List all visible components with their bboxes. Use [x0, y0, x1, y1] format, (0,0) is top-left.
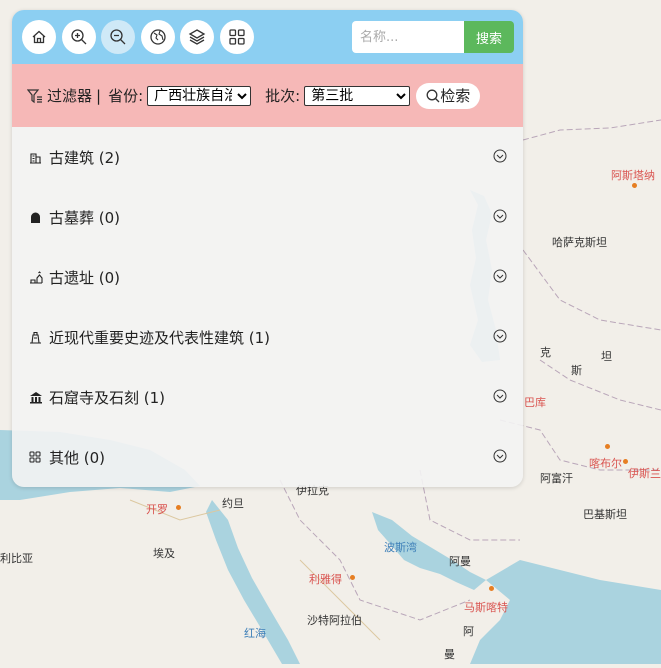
zoom-in-button[interactable]	[62, 20, 96, 54]
batch-label: 批次:	[265, 87, 301, 105]
map-label-egypt: 埃及	[153, 547, 175, 560]
ancient-tomb-icon	[29, 210, 43, 224]
city-marker-kabul	[605, 444, 610, 449]
home-icon	[32, 30, 46, 44]
province-label: 省份:	[108, 87, 144, 105]
chevron-down-icon	[493, 209, 507, 223]
map-label-ke: 克	[540, 346, 551, 359]
grotto-temple-icon	[29, 390, 43, 404]
home-button[interactable]	[22, 20, 56, 54]
chevron-down-icon	[493, 389, 507, 403]
chevron-down-icon	[493, 329, 507, 343]
map-label-jordan: 约旦	[222, 497, 244, 510]
map-label-cairo: 开罗	[146, 503, 168, 516]
grid-button[interactable]	[220, 20, 254, 54]
map-label-afghanistan: 阿富汗	[540, 472, 573, 485]
zoom-out-icon	[110, 29, 126, 45]
map-label-persian-gulf: 波斯湾	[384, 541, 417, 554]
map-label-muscat: 马斯喀特	[464, 601, 508, 614]
category-row-modern-site[interactable]: 近现代重要史迹及代表性建筑 (1)	[12, 307, 523, 367]
search-icon	[426, 89, 440, 102]
city-marker-astana	[632, 183, 637, 188]
batch-select[interactable]: 第三批	[304, 85, 411, 106]
grid-icon	[229, 29, 245, 45]
category-label: 古建筑 (2)	[49, 148, 121, 167]
map-label-islamabad: 伊斯兰	[628, 467, 661, 480]
map-label-riyadh: 利雅得	[309, 573, 342, 586]
map-toolbar: 搜索	[12, 10, 523, 64]
map-label-oman: 阿曼	[449, 555, 471, 568]
map-label-saudi-arabia: 沙特阿拉伯	[307, 614, 362, 627]
category-row-ancient-site[interactable]: 古遗址 (0)	[12, 247, 523, 307]
category-list: 古建筑 (2) 古墓葬 (0) 古遗址 (0) 近现代重要史迹及代表性建筑 (1…	[12, 127, 523, 487]
province-select[interactable]: 广西壮族自治区	[147, 85, 252, 106]
map-label-libya: 利比亚	[0, 552, 33, 565]
chevron-down-icon	[493, 149, 507, 163]
other-icon	[29, 450, 43, 464]
site-filter-panel: 搜索 过滤器 | 省份: 广西壮族自治区 批次: 第三批 检索	[12, 10, 523, 487]
filter-icon	[27, 88, 42, 103]
category-row-ancient-tomb[interactable]: 古墓葬 (0)	[12, 187, 523, 247]
city-marker-riyadh	[350, 575, 355, 580]
map-label-baku: 巴库	[524, 396, 546, 409]
category-row-grotto-temple[interactable]: 石窟寺及石刻 (1)	[12, 367, 523, 427]
map-label-kabul: 喀布尔	[589, 457, 622, 470]
chevron-down-icon	[493, 449, 507, 463]
globe-icon	[150, 29, 166, 45]
filter-label: 过滤器	[47, 87, 93, 105]
map-label-yemen: 曼	[444, 648, 455, 661]
category-row-other[interactable]: 其他 (0)	[12, 427, 523, 487]
category-label: 石窟寺及石刻 (1)	[49, 388, 166, 407]
map-label-astana: 阿斯塔纳	[611, 169, 655, 182]
zoom-in-icon	[71, 29, 87, 45]
map-label-si: 斯	[571, 364, 582, 377]
ancient-building-icon	[29, 150, 43, 164]
zoom-out-button[interactable]	[101, 20, 135, 54]
city-marker-cairo	[176, 505, 181, 510]
map-label-pakistan: 巴基斯坦	[583, 508, 627, 521]
category-label: 近现代重要史迹及代表性建筑 (1)	[49, 328, 271, 347]
category-label: 古墓葬 (0)	[49, 208, 121, 227]
modern-site-icon	[29, 330, 43, 344]
chevron-down-icon	[493, 269, 507, 283]
map-label-kazakhstan: 哈萨克斯坦	[552, 236, 607, 249]
layers-icon	[188, 29, 206, 45]
map-label-red-sea: 红海	[244, 627, 266, 640]
city-marker-islamabad	[623, 459, 628, 464]
globe-button[interactable]	[141, 20, 175, 54]
city-marker-muscat	[489, 586, 494, 591]
category-label: 古遗址 (0)	[49, 268, 121, 287]
map-label-oman-2: 阿	[463, 625, 474, 638]
query-button-label: 检索	[440, 87, 471, 105]
filter-separator: |	[96, 86, 102, 105]
ancient-site-icon	[29, 270, 43, 284]
category-label: 其他 (0)	[49, 448, 106, 467]
query-button[interactable]: 检索	[416, 82, 481, 109]
search-input[interactable]	[352, 21, 464, 53]
search-button[interactable]: 搜索	[464, 21, 514, 53]
category-row-ancient-building[interactable]: 古建筑 (2)	[12, 127, 523, 187]
filter-bar: 过滤器 | 省份: 广西壮族自治区 批次: 第三批 检索	[12, 64, 523, 127]
layers-button[interactable]	[180, 20, 214, 54]
map-label-tan: 坦	[601, 350, 612, 363]
